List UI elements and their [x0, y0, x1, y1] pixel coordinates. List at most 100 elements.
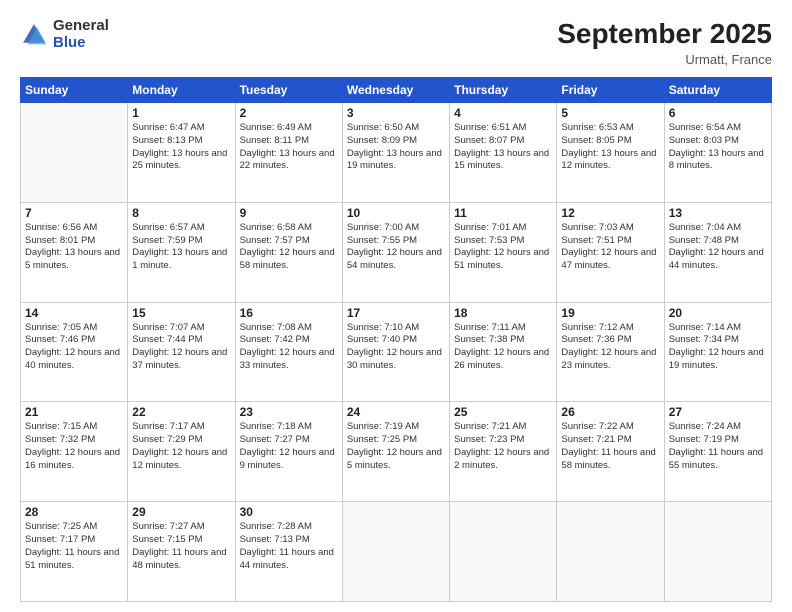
day-info: Sunrise: 6:56 AMSunset: 8:01 PMDaylight:… — [25, 222, 123, 273]
logo-blue: Blue — [53, 35, 109, 52]
calendar-cell: 4 Sunrise: 6:51 AMSunset: 8:07 PMDaylight… — [450, 103, 557, 203]
day-info: Sunrise: 6:49 AMSunset: 8:11 PMDaylight:… — [240, 122, 338, 173]
day-info: Sunrise: 7:25 AMSunset: 7:17 PMDaylight:… — [25, 521, 123, 572]
day-number: 23 — [240, 405, 338, 419]
month-title: September 2025 — [557, 18, 772, 50]
day-info: Sunrise: 6:57 AMSunset: 7:59 PMDaylight:… — [132, 222, 230, 273]
calendar-cell: 5 Sunrise: 6:53 AMSunset: 8:05 PMDaylight… — [557, 103, 664, 203]
day-info: Sunrise: 7:05 AMSunset: 7:46 PMDaylight:… — [25, 322, 123, 373]
day-info: Sunrise: 6:54 AMSunset: 8:03 PMDaylight:… — [669, 122, 767, 173]
weekday-header: Sunday — [21, 78, 128, 103]
calendar-cell: 25 Sunrise: 7:21 AMSunset: 7:23 PMDayligh… — [450, 402, 557, 502]
day-number: 1 — [132, 106, 230, 120]
calendar-header: SundayMondayTuesdayWednesdayThursdayFrid… — [21, 78, 772, 103]
day-number: 9 — [240, 206, 338, 220]
day-number: 3 — [347, 106, 445, 120]
calendar-cell — [557, 502, 664, 602]
calendar-cell: 28 Sunrise: 7:25 AMSunset: 7:17 PMDayligh… — [21, 502, 128, 602]
day-info: Sunrise: 7:17 AMSunset: 7:29 PMDaylight:… — [132, 421, 230, 472]
calendar-cell — [664, 502, 771, 602]
calendar-cell: 24 Sunrise: 7:19 AMSunset: 7:25 PMDayligh… — [342, 402, 449, 502]
day-number: 14 — [25, 306, 123, 320]
day-number: 29 — [132, 505, 230, 519]
day-number: 5 — [561, 106, 659, 120]
calendar-week-row: 14 Sunrise: 7:05 AMSunset: 7:46 PMDayligh… — [21, 302, 772, 402]
calendar-cell: 30 Sunrise: 7:28 AMSunset: 7:13 PMDayligh… — [235, 502, 342, 602]
calendar-cell: 10 Sunrise: 7:00 AMSunset: 7:55 PMDayligh… — [342, 202, 449, 302]
day-number: 24 — [347, 405, 445, 419]
day-number: 10 — [347, 206, 445, 220]
calendar-cell: 1 Sunrise: 6:47 AMSunset: 8:13 PMDaylight… — [128, 103, 235, 203]
day-info: Sunrise: 7:21 AMSunset: 7:23 PMDaylight:… — [454, 421, 552, 472]
calendar-cell: 13Sunrise: 7:04 AMSunset: 7:48 PMDayligh… — [664, 202, 771, 302]
day-info: Sunrise: 7:10 AMSunset: 7:40 PMDaylight:… — [347, 322, 445, 373]
calendar-cell: 21Sunrise: 7:15 AMSunset: 7:32 PMDayligh… — [21, 402, 128, 502]
calendar-cell: 7Sunrise: 6:56 AMSunset: 8:01 PMDaylight… — [21, 202, 128, 302]
calendar-cell: 27 Sunrise: 7:24 AMSunset: 7:19 PMDayligh… — [664, 402, 771, 502]
day-info: Sunrise: 7:24 AMSunset: 7:19 PMDaylight:… — [669, 421, 767, 472]
calendar-cell: 9Sunrise: 6:58 AMSunset: 7:57 PMDaylight… — [235, 202, 342, 302]
day-number: 20 — [669, 306, 767, 320]
day-info: Sunrise: 7:01 AMSunset: 7:53 PMDaylight:… — [454, 222, 552, 273]
header: General Blue September 2025 Urmatt, Fran… — [20, 18, 772, 67]
calendar-cell: 3 Sunrise: 6:50 AMSunset: 8:09 PMDaylight… — [342, 103, 449, 203]
day-info: Sunrise: 6:53 AMSunset: 8:05 PMDaylight:… — [561, 122, 659, 173]
calendar-cell: 26Sunrise: 7:22 AMSunset: 7:21 PMDayligh… — [557, 402, 664, 502]
day-number: 2 — [240, 106, 338, 120]
calendar-cell: 29 Sunrise: 7:27 AMSunset: 7:15 PMDayligh… — [128, 502, 235, 602]
weekday-header: Friday — [557, 78, 664, 103]
calendar-cell: 15 Sunrise: 7:07 AMSunset: 7:44 PMDayligh… — [128, 302, 235, 402]
calendar-week-row: 1 Sunrise: 6:47 AMSunset: 8:13 PMDaylight… — [21, 103, 772, 203]
weekday-row: SundayMondayTuesdayWednesdayThursdayFrid… — [21, 78, 772, 103]
day-info: Sunrise: 7:28 AMSunset: 7:13 PMDaylight:… — [240, 521, 338, 572]
calendar-cell: 14 Sunrise: 7:05 AMSunset: 7:46 PMDayligh… — [21, 302, 128, 402]
location: Urmatt, France — [557, 52, 772, 67]
day-info: Sunrise: 7:14 AMSunset: 7:34 PMDaylight:… — [669, 322, 767, 373]
day-number: 30 — [240, 505, 338, 519]
calendar-week-row: 7Sunrise: 6:56 AMSunset: 8:01 PMDaylight… — [21, 202, 772, 302]
page: General Blue September 2025 Urmatt, Fran… — [0, 0, 792, 612]
day-info: Sunrise: 7:12 AMSunset: 7:36 PMDaylight:… — [561, 322, 659, 373]
calendar-cell: 17 Sunrise: 7:10 AMSunset: 7:40 PMDayligh… — [342, 302, 449, 402]
day-info: Sunrise: 6:51 AMSunset: 8:07 PMDaylight:… — [454, 122, 552, 173]
day-info: Sunrise: 7:11 AMSunset: 7:38 PMDaylight:… — [454, 322, 552, 373]
day-info: Sunrise: 7:04 AMSunset: 7:48 PMDaylight:… — [669, 222, 767, 273]
calendar-cell — [450, 502, 557, 602]
day-info: Sunrise: 7:15 AMSunset: 7:32 PMDaylight:… — [25, 421, 123, 472]
day-number: 28 — [25, 505, 123, 519]
calendar-cell — [21, 103, 128, 203]
day-info: Sunrise: 6:47 AMSunset: 8:13 PMDaylight:… — [132, 122, 230, 173]
calendar-cell: 16Sunrise: 7:08 AMSunset: 7:42 PMDayligh… — [235, 302, 342, 402]
day-info: Sunrise: 7:22 AMSunset: 7:21 PMDaylight:… — [561, 421, 659, 472]
day-number: 18 — [454, 306, 552, 320]
calendar-cell: 23 Sunrise: 7:18 AMSunset: 7:27 PMDayligh… — [235, 402, 342, 502]
day-info: Sunrise: 7:19 AMSunset: 7:25 PMDaylight:… — [347, 421, 445, 472]
day-number: 17 — [347, 306, 445, 320]
weekday-header: Tuesday — [235, 78, 342, 103]
day-info: Sunrise: 6:50 AMSunset: 8:09 PMDaylight:… — [347, 122, 445, 173]
day-info: Sunrise: 7:18 AMSunset: 7:27 PMDaylight:… — [240, 421, 338, 472]
logo-general: General — [53, 18, 109, 35]
day-number: 15 — [132, 306, 230, 320]
weekday-header: Saturday — [664, 78, 771, 103]
weekday-header: Monday — [128, 78, 235, 103]
calendar-cell: 6Sunrise: 6:54 AMSunset: 8:03 PMDaylight… — [664, 103, 771, 203]
day-number: 16 — [240, 306, 338, 320]
day-number: 25 — [454, 405, 552, 419]
calendar-cell: 2 Sunrise: 6:49 AMSunset: 8:11 PMDaylight… — [235, 103, 342, 203]
calendar-cell: 8Sunrise: 6:57 AMSunset: 7:59 PMDaylight… — [128, 202, 235, 302]
logo: General Blue — [20, 18, 109, 51]
day-info: Sunrise: 7:07 AMSunset: 7:44 PMDaylight:… — [132, 322, 230, 373]
day-info: Sunrise: 7:27 AMSunset: 7:15 PMDaylight:… — [132, 521, 230, 572]
weekday-header: Wednesday — [342, 78, 449, 103]
day-number: 4 — [454, 106, 552, 120]
calendar-cell: 18 Sunrise: 7:11 AMSunset: 7:38 PMDayligh… — [450, 302, 557, 402]
day-number: 12 — [561, 206, 659, 220]
day-number: 11 — [454, 206, 552, 220]
day-info: Sunrise: 7:03 AMSunset: 7:51 PMDaylight:… — [561, 222, 659, 273]
calendar-cell: 11 Sunrise: 7:01 AMSunset: 7:53 PMDayligh… — [450, 202, 557, 302]
day-number: 19 — [561, 306, 659, 320]
day-number: 27 — [669, 405, 767, 419]
day-info: Sunrise: 7:00 AMSunset: 7:55 PMDaylight:… — [347, 222, 445, 273]
calendar-cell — [342, 502, 449, 602]
